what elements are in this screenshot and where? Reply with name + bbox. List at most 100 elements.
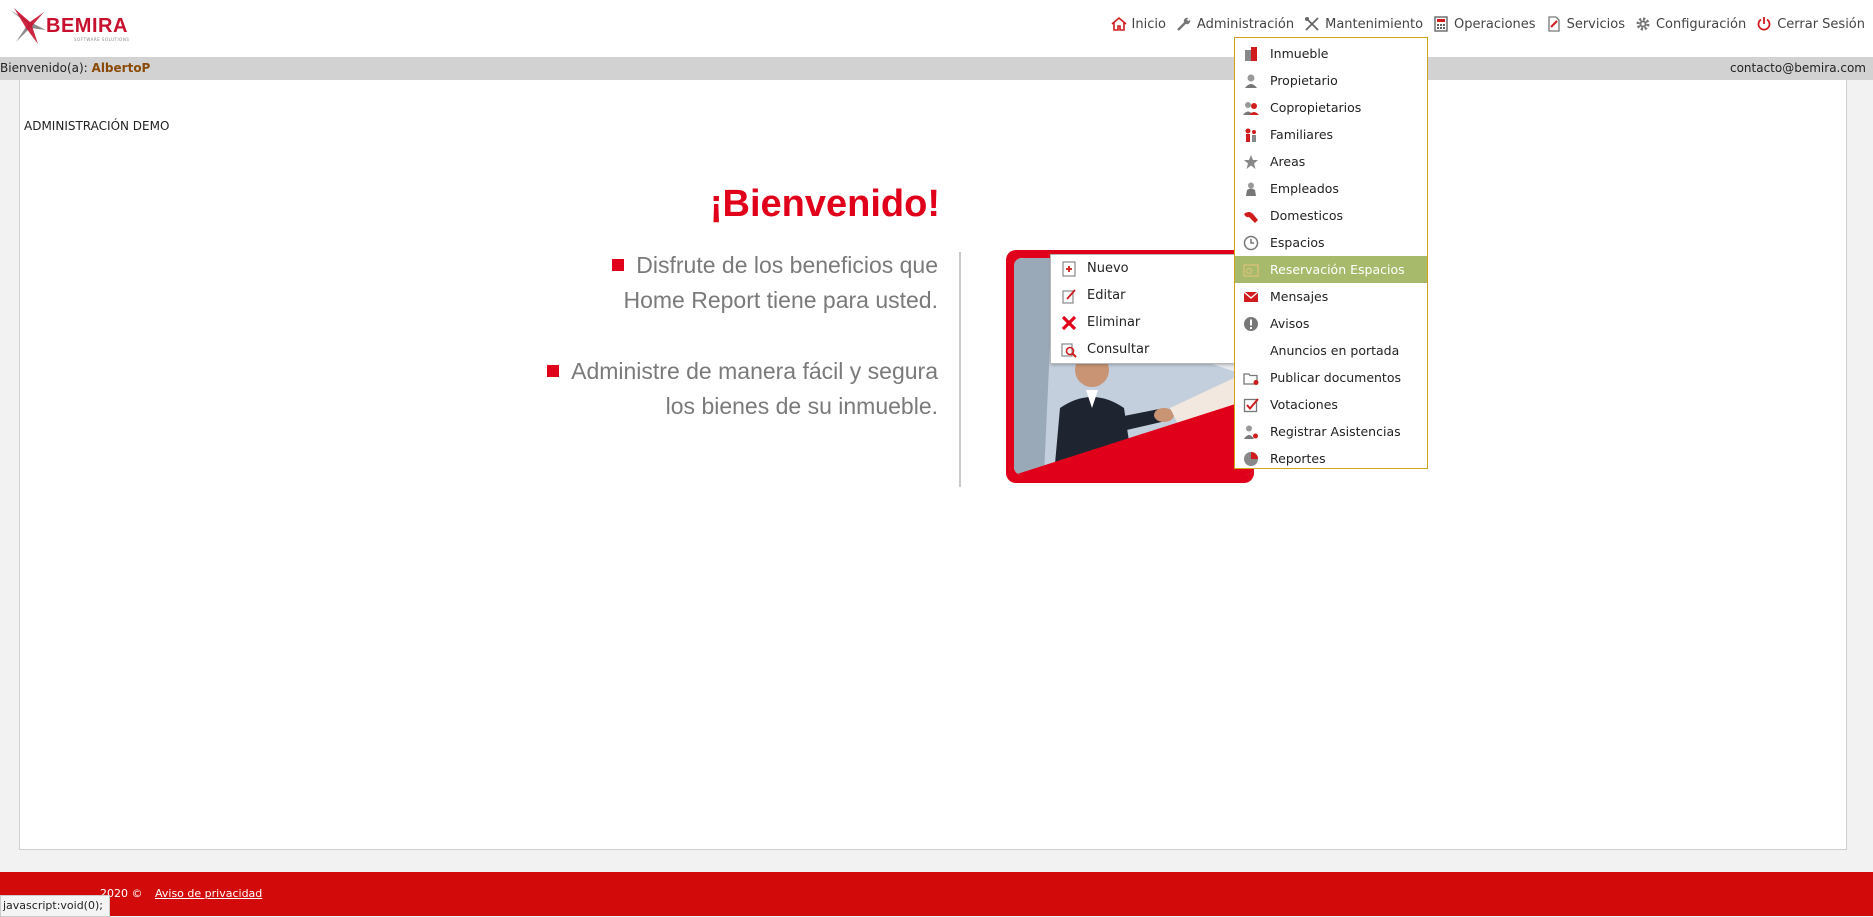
submenu-nuevo-label: Nuevo xyxy=(1087,261,1129,276)
main-nav: Inicio Administración Mantenimiento Oper… xyxy=(1110,16,1865,32)
submenu-editar-label: Editar xyxy=(1087,288,1126,303)
menu-item-avisos[interactable]: Avisos xyxy=(1235,310,1427,337)
menu-item-label: Empleados xyxy=(1270,181,1339,196)
nav-cerrar-sesion[interactable]: Cerrar Sesión xyxy=(1756,16,1865,32)
reservation-submenu: Nuevo Editar Eliminar Consultar xyxy=(1050,254,1247,364)
wrench-icon xyxy=(1177,17,1191,31)
menu-item-registrar-asistencias[interactable]: Registrar Asistencias xyxy=(1235,418,1427,445)
bullet-square-icon xyxy=(612,259,625,271)
building-icon xyxy=(1245,46,1257,61)
home-icon xyxy=(1110,16,1127,31)
menu-item-inmueble[interactable]: Inmueble xyxy=(1235,40,1427,67)
nav-administracion[interactable]: Administración xyxy=(1176,16,1294,32)
menu-item-label: Copropietarios xyxy=(1270,100,1362,115)
menu-item-label: Propietario xyxy=(1270,73,1338,88)
nav-configuracion-label: Configuración xyxy=(1655,16,1747,32)
menu-item-label: Registrar Asistencias xyxy=(1270,424,1401,439)
nav-administracion-label: Administración xyxy=(1196,16,1295,32)
new-document-icon xyxy=(1062,260,1076,277)
menu-item-reportes[interactable]: Reportes xyxy=(1235,445,1427,472)
benefit-2: Administre de manera fácil y segura los … xyxy=(480,354,938,424)
menu-item-propietario[interactable]: Propietario xyxy=(1235,67,1427,94)
benefit-1-line-1: Disfrute de los beneficios que xyxy=(636,252,938,278)
menu-item-areas[interactable]: Areas xyxy=(1235,148,1427,175)
nav-configuracion[interactable]: Configuración xyxy=(1635,16,1746,32)
nav-inicio[interactable]: Inicio xyxy=(1110,16,1166,32)
menu-item-label: Espacios xyxy=(1270,235,1325,250)
administracion-dropdown: Inmueble Propietario Copropietarios Fami… xyxy=(1234,37,1428,469)
tools-icon xyxy=(1305,17,1319,31)
nav-mantenimiento-label: Mantenimiento xyxy=(1325,16,1424,32)
menu-item-anuncios-en-portada[interactable]: Anuncios en portada xyxy=(1235,337,1427,364)
benefit-1-line-2: Home Report tiene para usted. xyxy=(623,287,938,313)
delete-icon xyxy=(1061,315,1077,330)
menu-item-label: Mensajes xyxy=(1270,289,1329,304)
divider xyxy=(959,252,961,487)
bemira-logo[interactable]: BEMIRA SOFTWARE SOLUTIONS xyxy=(8,6,138,46)
nav-servicios[interactable]: Servicios xyxy=(1546,16,1625,32)
username: AlbertoP xyxy=(91,61,151,75)
privacy-link[interactable]: Aviso de privacidad xyxy=(155,887,262,900)
nav-cerrar-sesion-label: Cerrar Sesión xyxy=(1777,16,1865,32)
menu-item-copropietarios[interactable]: Copropietarios xyxy=(1235,94,1427,121)
star-icon xyxy=(1244,154,1258,169)
gear-icon xyxy=(1636,17,1650,31)
menu-item-espacios[interactable]: Espacios xyxy=(1235,229,1427,256)
benefit-2-line-1: Administre de manera fácil y segura xyxy=(571,358,938,384)
menu-item-familiares[interactable]: Familiares xyxy=(1235,121,1427,148)
menu-item-empleados[interactable]: Empleados xyxy=(1235,175,1427,202)
submenu-nuevo[interactable]: Nuevo xyxy=(1051,255,1246,282)
menu-item-domesticos[interactable]: Domesticos xyxy=(1235,202,1427,229)
menu-item-publicar-documentos[interactable]: Publicar documentos xyxy=(1235,364,1427,391)
menu-item-label: Avisos xyxy=(1270,316,1310,331)
benefit-2-line-2: los bienes de su inmueble. xyxy=(665,393,938,419)
menu-item-label: Familiares xyxy=(1270,127,1334,142)
report-icon xyxy=(1244,451,1258,466)
power-icon xyxy=(1757,17,1771,31)
menu-item-label: Domesticos xyxy=(1270,208,1344,223)
menu-item-label: Publicar documentos xyxy=(1270,370,1401,385)
submenu-eliminar-label: Eliminar xyxy=(1087,315,1141,330)
nav-operaciones[interactable]: Operaciones xyxy=(1433,16,1536,32)
footer: 2020 © Aviso de privacidad xyxy=(0,872,1873,916)
benefit-1: Disfrute de los beneficios que Home Repo… xyxy=(480,248,938,318)
header: BEMIRA SOFTWARE SOLUTIONS Inicio Adminis… xyxy=(0,0,1873,57)
attendance-icon xyxy=(1244,425,1258,439)
menu-item-label: Inmueble xyxy=(1270,46,1329,61)
section-label: ADMINISTRACIÓN DEMO xyxy=(24,119,170,133)
reservation-icon xyxy=(1243,263,1259,277)
alert-icon xyxy=(1244,316,1258,331)
welcome-user: Bienvenido(a): AlbertoP xyxy=(0,57,150,80)
nav-inicio-label: Inicio xyxy=(1131,16,1166,32)
submenu-consultar-label: Consultar xyxy=(1087,342,1150,357)
search-icon xyxy=(1061,342,1077,358)
co-owners-icon xyxy=(1243,101,1259,115)
menu-item-label: Reservación Espacios xyxy=(1270,262,1405,277)
nav-mantenimiento[interactable]: Mantenimiento xyxy=(1304,16,1423,32)
contact-email: contacto@bemira.com xyxy=(1729,61,1866,75)
checkbox-icon xyxy=(1243,397,1259,412)
menu-item-mensajes[interactable]: Mensajes xyxy=(1235,283,1427,310)
menu-item-label: Votaciones xyxy=(1270,397,1338,412)
envelope-icon xyxy=(1243,291,1259,302)
logo-star-icon xyxy=(10,8,46,44)
bullet-square-icon xyxy=(547,365,560,377)
submenu-consultar[interactable]: Consultar xyxy=(1051,336,1246,363)
menu-item-label: Reportes xyxy=(1270,451,1326,466)
benefits-list: Disfrute de los beneficios que Home Repo… xyxy=(480,248,938,460)
submenu-eliminar[interactable]: Eliminar xyxy=(1051,309,1246,336)
menu-item-label: Areas xyxy=(1270,154,1306,169)
nav-operaciones-label: Operaciones xyxy=(1454,16,1536,32)
calculator-icon xyxy=(1434,16,1448,32)
domestic-icon xyxy=(1244,211,1258,223)
family-icon xyxy=(1245,128,1256,142)
welcome-prefix: Bienvenido(a): xyxy=(0,61,88,75)
brand-tagline: SOFTWARE SOLUTIONS xyxy=(74,37,130,42)
menu-item-votaciones[interactable]: Votaciones xyxy=(1235,391,1427,418)
menu-item-reservacion-espacios[interactable]: Reservación Espacios xyxy=(1235,256,1427,283)
document-icon xyxy=(1547,16,1560,32)
clock-icon xyxy=(1243,235,1259,250)
submenu-editar[interactable]: Editar xyxy=(1051,282,1246,309)
brand-name: BEMIRA xyxy=(46,15,128,37)
nav-servicios-label: Servicios xyxy=(1566,16,1625,32)
